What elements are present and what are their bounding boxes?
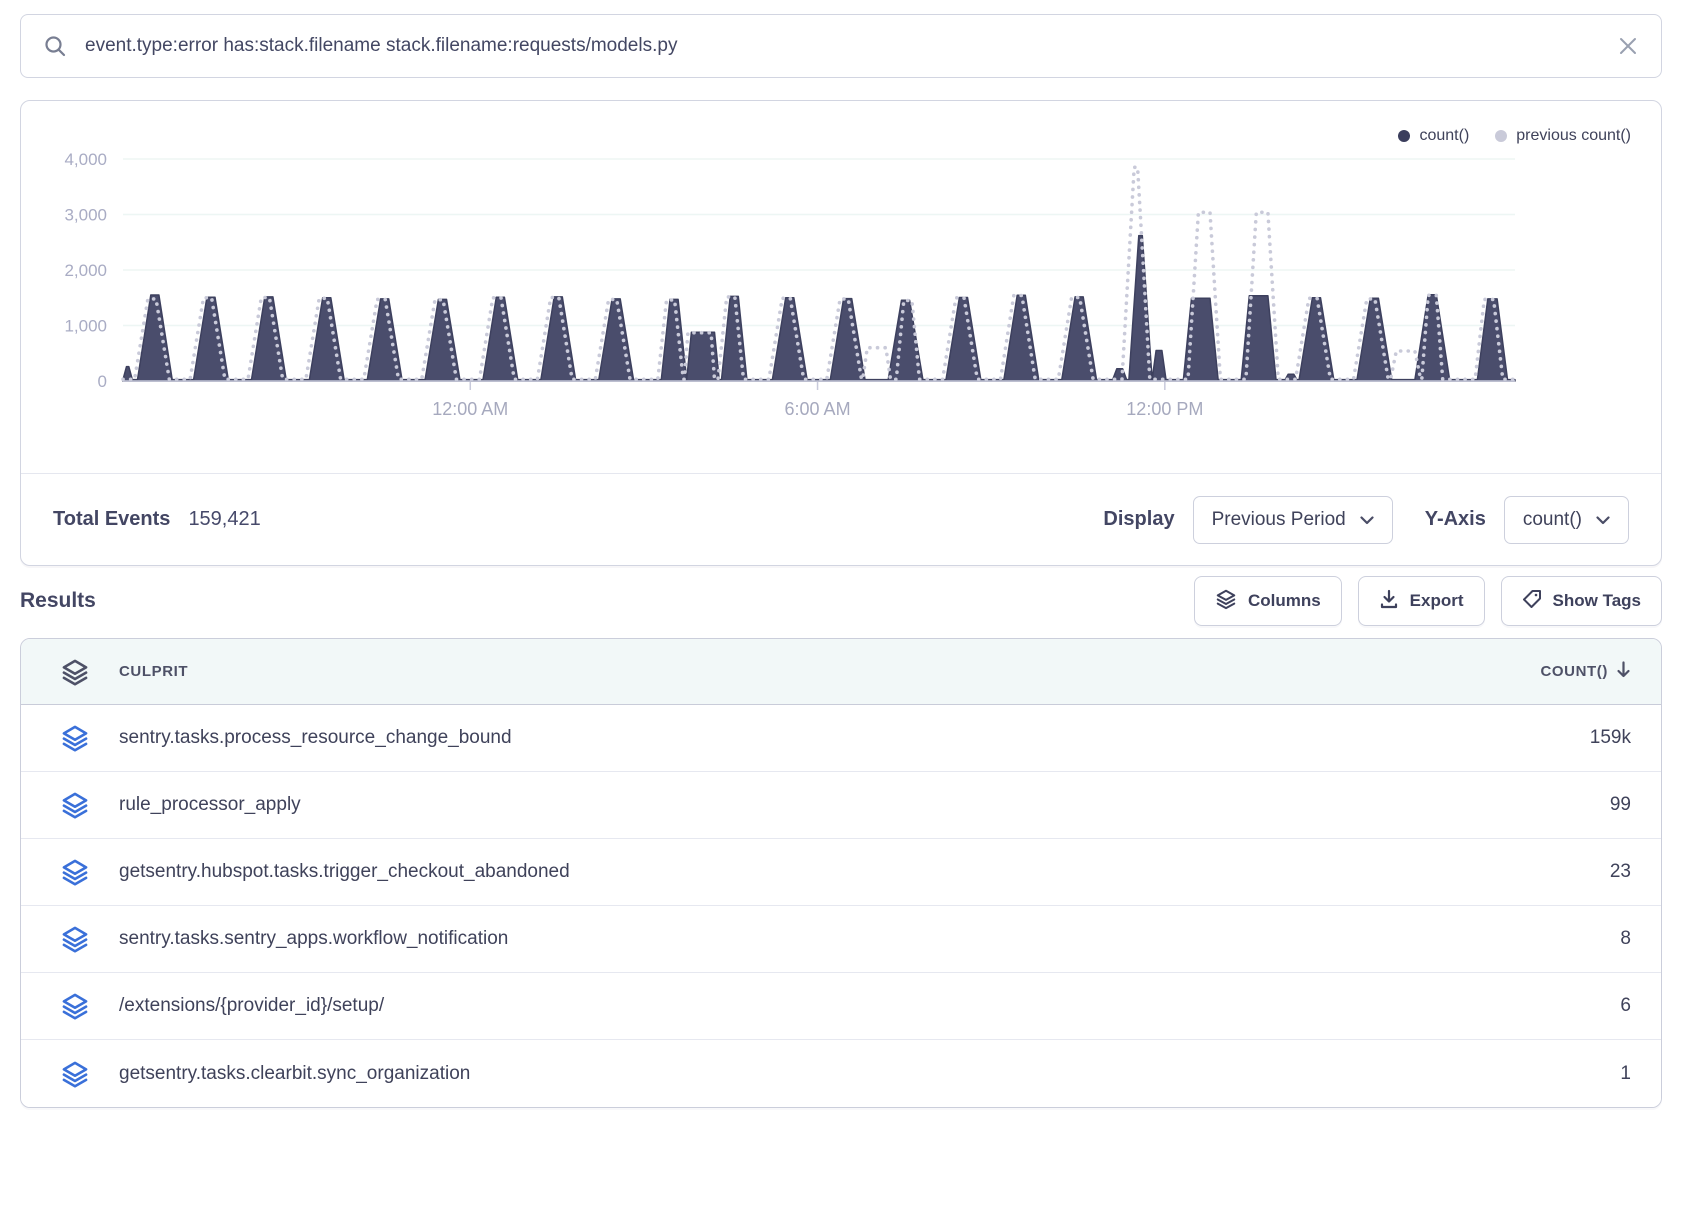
chevron-down-icon xyxy=(1360,509,1374,531)
table-row[interactable]: /extensions/{provider_id}/setup/ 6 xyxy=(21,973,1661,1040)
svg-text:6:00 AM: 6:00 AM xyxy=(785,399,851,419)
culprit-cell: sentry.tasks.sentry_apps.workflow_notifi… xyxy=(119,928,1461,950)
layers-icon xyxy=(61,858,93,886)
display-select-value: Previous Period xyxy=(1212,509,1346,531)
svg-text:12:00 PM: 12:00 PM xyxy=(1126,399,1203,419)
count-cell: 99 xyxy=(1461,794,1661,816)
table-row[interactable]: getsentry.tasks.clearbit.sync_organizati… xyxy=(21,1040,1661,1107)
layers-icon xyxy=(61,1060,93,1088)
svg-text:3,000: 3,000 xyxy=(64,206,107,225)
show-tags-button[interactable]: Show Tags xyxy=(1501,576,1662,626)
legend-label: previous count() xyxy=(1516,127,1631,145)
search-bar[interactable] xyxy=(20,14,1662,78)
events-chart-panel: 0 1,000 2,000 3,000 4,000 12:00 AM 6:00 AM 12:0… xyxy=(20,100,1662,566)
yaxis-select[interactable]: count() xyxy=(1504,496,1629,544)
count-legend-dot xyxy=(1398,130,1410,142)
close-icon[interactable] xyxy=(1617,35,1639,57)
svg-text:0: 0 xyxy=(98,372,107,391)
svg-text:4,000: 4,000 xyxy=(64,150,107,169)
culprit-cell: rule_processor_apply xyxy=(119,794,1461,816)
chart-legend: count() previous count() xyxy=(1398,127,1631,145)
previous-count-legend-dot xyxy=(1495,130,1507,142)
sort-desc-icon xyxy=(1616,661,1631,682)
display-label: Display xyxy=(1103,508,1174,531)
results-table: CULPRIT COUNT() sentry.tasks.process_res… xyxy=(20,638,1662,1108)
legend-item-count[interactable]: count() xyxy=(1398,127,1469,145)
culprit-column-header[interactable]: CULPRIT xyxy=(119,663,1461,680)
culprit-cell: sentry.tasks.process_resource_change_bou… xyxy=(119,727,1461,749)
export-button-label: Export xyxy=(1410,591,1464,611)
culprit-cell: /extensions/{provider_id}/setup/ xyxy=(119,995,1461,1017)
yaxis-select-value: count() xyxy=(1523,509,1582,531)
search-input[interactable] xyxy=(83,34,1601,58)
chart-area: 0 1,000 2,000 3,000 4,000 12:00 AM 6:00 AM 12:0… xyxy=(21,101,1661,473)
table-row[interactable]: sentry.tasks.process_resource_change_bou… xyxy=(21,705,1661,772)
page: 0 1,000 2,000 3,000 4,000 12:00 AM 6:00 AM 12:0… xyxy=(0,0,1682,1108)
results-title: Results xyxy=(20,589,96,613)
layers-icon xyxy=(61,791,93,819)
layers-icon xyxy=(61,925,93,953)
legend-label: count() xyxy=(1419,127,1469,145)
count-cell: 1 xyxy=(1461,1063,1661,1085)
columns-button[interactable]: Columns xyxy=(1194,576,1342,626)
search-icon xyxy=(43,34,67,58)
display-select[interactable]: Previous Period xyxy=(1193,496,1393,544)
download-icon xyxy=(1379,589,1399,614)
chevron-down-icon xyxy=(1596,509,1610,531)
count-column-header[interactable]: COUNT() xyxy=(1461,661,1661,682)
chart-footer: Total Events 159,421 Display Previous Pe… xyxy=(21,473,1661,565)
yaxis-label: Y-Axis xyxy=(1425,508,1486,531)
total-events-value: 159,421 xyxy=(188,508,260,531)
count-cell: 8 xyxy=(1461,928,1661,950)
chart-canvas[interactable]: 0 1,000 2,000 3,000 4,000 12:00 AM 6:00 AM 12:0… xyxy=(21,101,1661,473)
table-body: sentry.tasks.process_resource_change_bou… xyxy=(21,705,1661,1107)
culprit-cell: getsentry.tasks.clearbit.sync_organizati… xyxy=(119,1063,1461,1085)
count-cell: 159k xyxy=(1461,727,1661,749)
svg-text:1,000: 1,000 xyxy=(64,317,107,336)
count-cell: 6 xyxy=(1461,995,1661,1017)
table-row[interactable]: sentry.tasks.sentry_apps.workflow_notifi… xyxy=(21,906,1661,973)
columns-button-label: Columns xyxy=(1248,591,1321,611)
count-cell: 23 xyxy=(1461,861,1661,883)
results-header-row: Results Columns Export xyxy=(20,576,1662,626)
svg-text:2,000: 2,000 xyxy=(64,261,107,280)
tag-icon xyxy=(1522,589,1542,614)
layers-icon[interactable] xyxy=(61,658,93,686)
total-events-label: Total Events xyxy=(53,508,170,531)
columns-icon xyxy=(1215,588,1237,615)
legend-item-previous-count[interactable]: previous count() xyxy=(1495,127,1631,145)
table-header-row: CULPRIT COUNT() xyxy=(21,639,1661,705)
layers-icon xyxy=(61,724,93,752)
table-row[interactable]: getsentry.hubspot.tasks.trigger_checkout… xyxy=(21,839,1661,906)
show-tags-button-label: Show Tags xyxy=(1553,591,1641,611)
table-row[interactable]: rule_processor_apply 99 xyxy=(21,772,1661,839)
layers-icon xyxy=(61,992,93,1020)
svg-text:12:00 AM: 12:00 AM xyxy=(432,399,508,419)
export-button[interactable]: Export xyxy=(1358,576,1485,626)
culprit-cell: getsentry.hubspot.tasks.trigger_checkout… xyxy=(119,861,1461,883)
